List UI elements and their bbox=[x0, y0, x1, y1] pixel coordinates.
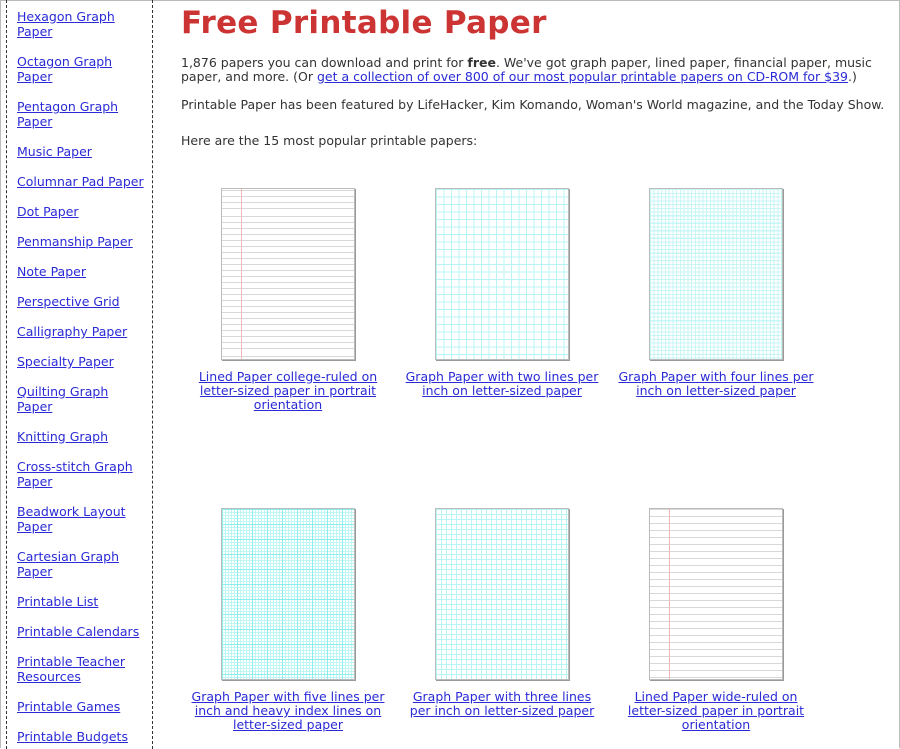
paper-link[interactable]: Lined Paper wide-ruled on letter-sized p… bbox=[609, 690, 823, 732]
paper-link[interactable]: Lined Paper college-ruled on letter-size… bbox=[181, 370, 395, 412]
paper-link[interactable]: Graph Paper with four lines per inch on … bbox=[609, 370, 823, 398]
graph-paper-thumbnail[interactable] bbox=[435, 188, 569, 360]
sidebar-link-cartesian-graph-paper[interactable]: Cartesian Graph Paper bbox=[17, 549, 119, 579]
sidebar-item: Printable Teacher Resources bbox=[17, 655, 145, 685]
sidebar-link-penmanship-paper[interactable]: Penmanship Paper bbox=[17, 234, 133, 249]
sidebar-link-printable-games[interactable]: Printable Games bbox=[17, 699, 120, 714]
paper-card: Graph Paper with five lines per inch and… bbox=[181, 508, 395, 732]
sidebar-link-quilting-graph-paper[interactable]: Quilting Graph Paper bbox=[17, 384, 108, 414]
sidebar-item: Dot Paper bbox=[17, 205, 145, 220]
paper-card: Lined Paper wide-ruled on letter-sized p… bbox=[609, 508, 823, 732]
sidebar-nav: Hexagon Graph Paper Octagon Graph Paper … bbox=[6, 0, 153, 749]
sidebar-link-note-paper[interactable]: Note Paper bbox=[17, 264, 86, 279]
paper-card: Lined Paper college-ruled on letter-size… bbox=[181, 188, 395, 412]
sidebar-item: Beadwork Layout Paper bbox=[17, 505, 145, 535]
paper-card: Graph Paper with four lines per inch on … bbox=[609, 188, 823, 398]
sidebar-link-knitting-graph[interactable]: Knitting Graph bbox=[17, 429, 108, 444]
intro-paragraph: 1,876 papers you can download and print … bbox=[181, 56, 896, 84]
sidebar-item: Hexagon Graph Paper bbox=[17, 10, 145, 40]
sidebar-item: Perspective Grid bbox=[17, 295, 145, 310]
main-content: Free Printable Paper 1,876 papers you ca… bbox=[181, 0, 896, 732]
sidebar-item: Knitting Graph bbox=[17, 430, 145, 445]
graph-paper-thumbnail[interactable] bbox=[649, 188, 783, 360]
lined-paper-thumbnail[interactable] bbox=[649, 508, 783, 680]
sidebar-item: Quilting Graph Paper bbox=[17, 385, 145, 415]
sidebar-item: Printable Budgets bbox=[17, 730, 145, 745]
lined-paper-thumbnail[interactable] bbox=[221, 188, 355, 360]
sidebar-item: Penmanship Paper bbox=[17, 235, 145, 250]
sidebar-item: Music Paper bbox=[17, 145, 145, 160]
paper-card: Graph Paper with two lines per inch on l… bbox=[395, 188, 609, 398]
sidebar-link-music-paper[interactable]: Music Paper bbox=[17, 144, 92, 159]
sidebar-item: Printable Games bbox=[17, 700, 145, 715]
sidebar-link-columnar-pad-paper[interactable]: Columnar Pad Paper bbox=[17, 174, 144, 189]
cd-rom-link[interactable]: get a collection of over 800 of our most… bbox=[317, 69, 848, 84]
sidebar-link-printable-list[interactable]: Printable List bbox=[17, 594, 98, 609]
sidebar-item: Note Paper bbox=[17, 265, 145, 280]
sidebar-item: Cartesian Graph Paper bbox=[17, 550, 145, 580]
sidebar-link-printable-teacher-resources[interactable]: Printable Teacher Resources bbox=[17, 654, 125, 684]
popular-heading: Here are the 15 most popular printable p… bbox=[181, 133, 478, 148]
featured-paragraph: Printable Paper has been featured by Lif… bbox=[181, 97, 885, 112]
sidebar-link-beadwork-layout-paper[interactable]: Beadwork Layout Paper bbox=[17, 504, 126, 534]
graph-paper-thumbnail[interactable] bbox=[435, 508, 569, 680]
intro-text-3: .) bbox=[848, 69, 857, 84]
sidebar-link-cross-stitch-graph-paper[interactable]: Cross-stitch Graph Paper bbox=[17, 459, 133, 489]
intro-text-1: 1,876 papers you can download and print … bbox=[181, 55, 468, 70]
sidebar-link-perspective-grid[interactable]: Perspective Grid bbox=[17, 294, 120, 309]
paper-card: Graph Paper with three lines per inch on… bbox=[395, 508, 609, 718]
sidebar-item: Octagon Graph Paper bbox=[17, 55, 145, 85]
sidebar-item: Printable List bbox=[17, 595, 145, 610]
sidebar-link-specialty-paper[interactable]: Specialty Paper bbox=[17, 354, 114, 369]
sidebar-item: Specialty Paper bbox=[17, 355, 145, 370]
sidebar-link-hexagon-graph-paper[interactable]: Hexagon Graph Paper bbox=[17, 9, 115, 39]
sidebar-item: Printable Calendars bbox=[17, 625, 145, 640]
sidebar-item: Pentagon Graph Paper bbox=[17, 100, 145, 130]
sidebar-list: Hexagon Graph Paper Octagon Graph Paper … bbox=[7, 0, 152, 745]
sidebar-item: Cross-stitch Graph Paper bbox=[17, 460, 145, 490]
sidebar-item: Columnar Pad Paper bbox=[17, 175, 145, 190]
graph-paper-thumbnail[interactable] bbox=[221, 508, 355, 680]
page-title: Free Printable Paper bbox=[181, 5, 547, 41]
sidebar-link-printable-calendars[interactable]: Printable Calendars bbox=[17, 624, 139, 639]
paper-link[interactable]: Graph Paper with three lines per inch on… bbox=[395, 690, 609, 718]
sidebar-link-calligraphy-paper[interactable]: Calligraphy Paper bbox=[17, 324, 127, 339]
paper-link[interactable]: Graph Paper with two lines per inch on l… bbox=[395, 370, 609, 398]
sidebar-item: Calligraphy Paper bbox=[17, 325, 145, 340]
sidebar-link-octagon-graph-paper[interactable]: Octagon Graph Paper bbox=[17, 54, 112, 84]
intro-bold-free: free bbox=[467, 55, 496, 70]
sidebar-link-printable-budgets[interactable]: Printable Budgets bbox=[17, 729, 128, 744]
sidebar-link-dot-paper[interactable]: Dot Paper bbox=[17, 204, 79, 219]
sidebar-link-pentagon-graph-paper[interactable]: Pentagon Graph Paper bbox=[17, 99, 118, 129]
paper-link[interactable]: Graph Paper with five lines per inch and… bbox=[181, 690, 395, 732]
